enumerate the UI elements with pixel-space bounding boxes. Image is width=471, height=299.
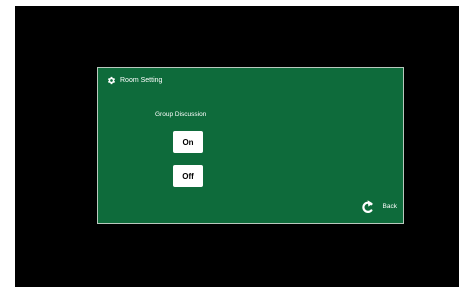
back-button[interactable]: Back <box>361 199 397 215</box>
group-discussion-label: Group Discussion <box>155 111 207 118</box>
off-button[interactable]: Off <box>173 165 203 187</box>
dialog-header: Room Setting <box>107 76 162 85</box>
gear-icon <box>107 76 116 85</box>
back-arrow-icon <box>361 199 374 215</box>
back-label: Back <box>382 202 397 210</box>
room-setting-dialog: Room Setting Group Discussion On Off Bac… <box>97 67 404 224</box>
on-button[interactable]: On <box>173 131 203 153</box>
dialog-title: Room Setting <box>120 77 163 84</box>
